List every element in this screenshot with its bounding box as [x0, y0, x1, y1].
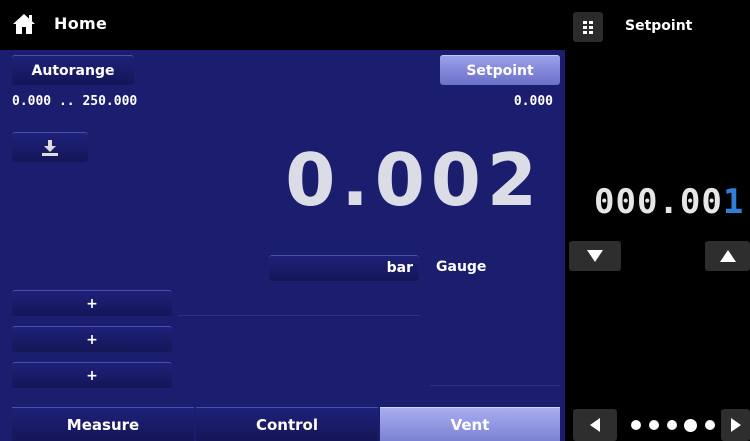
unit-label: bar	[386, 260, 413, 276]
page-dot	[648, 420, 659, 430]
setpoint-entry-digits: 000.00	[594, 182, 723, 222]
setpoint-panel-title: Setpoint	[625, 18, 693, 34]
menu-button[interactable]	[573, 12, 603, 42]
add-button-3[interactable]: +	[12, 362, 172, 388]
tab-measure[interactable]: Measure	[12, 407, 194, 441]
grid-icon	[583, 21, 593, 34]
triangle-down-icon	[587, 250, 603, 262]
unit-selector[interactable]: bar	[269, 255, 419, 281]
page-dot	[631, 420, 641, 430]
download-button[interactable]	[12, 132, 88, 162]
range-readout: 0.000 .. 250.000	[12, 94, 138, 109]
autorange-button[interactable]: Autorange	[12, 55, 134, 85]
triangle-up-icon	[719, 250, 736, 262]
download-icon	[42, 139, 58, 156]
decrement-button[interactable]	[569, 241, 621, 271]
triangle-right-icon	[730, 418, 741, 432]
setpoint-value: 0.000	[513, 94, 553, 109]
divider	[430, 385, 560, 386]
pressure-reading: 0.002	[285, 138, 543, 222]
previous-button[interactable]	[573, 409, 617, 441]
mode-label: Gauge	[436, 259, 487, 275]
setpoint-entry[interactable]: 000.001	[594, 182, 744, 222]
top-bar: Home	[0, 0, 565, 50]
divider	[178, 315, 420, 316]
page-dot	[705, 420, 715, 430]
cursor-digit: 1	[722, 182, 745, 222]
setpoint-panel: Setpoint 000.001	[565, 0, 750, 441]
home-icon[interactable]	[12, 13, 36, 35]
setpoint-button[interactable]: Setpoint	[440, 55, 560, 85]
page-indicator	[631, 417, 715, 433]
increment-button[interactable]	[705, 241, 750, 271]
triangle-left-icon	[590, 418, 600, 432]
page-dot-active	[684, 418, 698, 432]
page-title: Home	[54, 14, 108, 33]
add-button-1[interactable]: +	[12, 290, 172, 316]
next-button[interactable]	[721, 409, 750, 441]
main-panel: Autorange Setpoint 0.000 .. 250.000 0.00…	[0, 50, 565, 441]
add-button-2[interactable]: +	[12, 326, 172, 352]
tab-vent[interactable]: Vent	[380, 407, 560, 441]
page-dot	[666, 420, 677, 430]
tab-control[interactable]: Control	[196, 407, 378, 441]
